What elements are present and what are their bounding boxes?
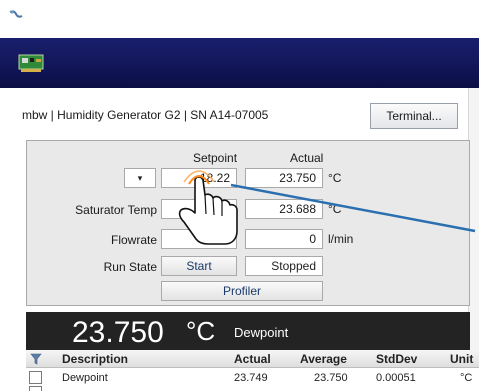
- row-stddev: 0.00051: [376, 372, 416, 384]
- row-checkbox[interactable]: [29, 371, 42, 384]
- saturator-setpoint-input[interactable]: 00: [161, 199, 237, 219]
- row-unit: °C: [460, 372, 473, 384]
- row-checkbox[interactable]: [29, 386, 42, 391]
- profiler-button[interactable]: Profiler: [161, 281, 323, 301]
- col-description[interactable]: Description: [62, 352, 128, 366]
- filter-icon[interactable]: [30, 353, 42, 365]
- flowrate-label: Flowrate: [110, 233, 157, 247]
- actual-header: Actual: [290, 151, 324, 165]
- flowrate-unit: l/min: [328, 232, 354, 246]
- device-label: mbw | Humidity Generator G2 | SN A14-070…: [22, 108, 269, 122]
- row-description: Dewpoint: [62, 372, 108, 384]
- row-average: 23.750: [314, 372, 348, 384]
- readout-name: Dewpoint: [234, 325, 289, 340]
- col-average[interactable]: Average: [300, 352, 347, 366]
- app-icon: [9, 10, 23, 18]
- col-unit[interactable]: Unit: [450, 352, 473, 366]
- readout-unit: °C: [186, 316, 216, 346]
- table-row[interactable]: Dewpoint 23.749 23.750 0.00051 °C: [26, 370, 479, 386]
- col-actual[interactable]: Actual: [234, 352, 271, 366]
- flowrate-actual-value: 0: [245, 229, 323, 249]
- col-stddev[interactable]: StdDev: [376, 352, 417, 366]
- dewpoint-unit: °C: [328, 171, 342, 185]
- row-actual: 23.749: [234, 372, 268, 384]
- readout-value: 23.750: [72, 316, 164, 349]
- saturator-unit: °C: [328, 202, 342, 216]
- dewpoint-actual-value: 23.750: [245, 168, 323, 188]
- window-titlebar: [0, 0, 479, 38]
- measurement-table: Description Actual Average StdDev Unit D…: [26, 350, 479, 391]
- chevron-down-icon: ▾: [137, 173, 143, 183]
- saturator-temp-label: Saturator Temp: [75, 203, 157, 217]
- dewpoint-setpoint-input[interactable]: 18.22: [161, 168, 237, 188]
- table-header: Description Actual Average StdDev Unit: [26, 350, 479, 368]
- start-button[interactable]: Start: [161, 256, 237, 276]
- control-panel: Setpoint Actual ▾ 18.22 23.750 °C Satura…: [26, 140, 470, 306]
- flowrate-setpoint-input[interactable]: 25.00: [161, 229, 237, 249]
- header-banner: [0, 38, 479, 88]
- run-state-value: Stopped: [245, 256, 323, 276]
- setpoint-header: Setpoint: [193, 151, 238, 165]
- parameter-selector[interactable]: ▾: [124, 168, 156, 188]
- dewpoint-readout: 23.750 °C Dewpoint: [26, 312, 470, 350]
- run-state-label: Run State: [103, 260, 157, 274]
- circuit-board-icon: [18, 54, 44, 72]
- terminal-button[interactable]: Terminal...: [370, 103, 458, 129]
- saturator-actual-value: 23.688: [245, 199, 323, 219]
